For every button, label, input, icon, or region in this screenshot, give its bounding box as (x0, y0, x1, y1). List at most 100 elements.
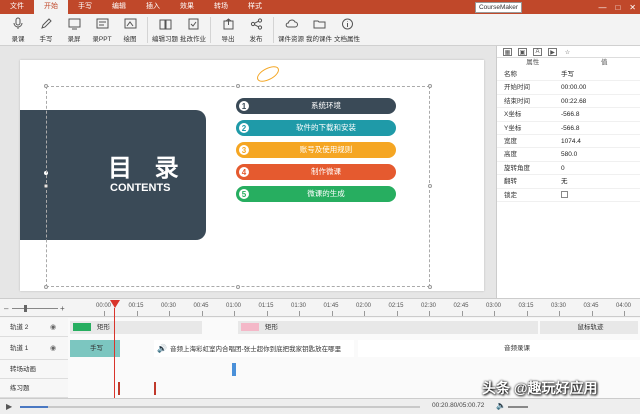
ppt-record-icon (96, 17, 109, 30)
timeline-ruler[interactable]: – + 00:00 00:15 00:30 00:45 01:00 01:15 01:30 0… (0, 299, 640, 317)
lock-checkbox[interactable] (561, 191, 568, 199)
resize-handle[interactable] (44, 285, 48, 289)
my-courseware-button[interactable]: 我的课件 (305, 14, 333, 46)
text-icon[interactable]: A (533, 48, 542, 56)
resize-handle[interactable] (428, 84, 432, 88)
track-lane[interactable]: 手写 🔊 音频上海彩虹室内合唱团-张士超你到底把我家钥匙放在哪里 音频录课 (68, 337, 640, 360)
property-value[interactable]: -566.8 (555, 108, 640, 120)
draw-button[interactable]: 绘图 (116, 14, 144, 46)
menu-tab-effects[interactable]: 效果 (170, 0, 204, 14)
property-row[interactable]: 旋转角度 0 (497, 162, 640, 176)
property-row[interactable]: X坐标 -566.8 (497, 108, 640, 122)
menu-tab-edit[interactable]: 编辑 (102, 0, 136, 14)
document-properties-button[interactable]: 文档属性 (333, 14, 361, 46)
property-row[interactable]: 高度 580.0 (497, 148, 640, 162)
record-lesson-button[interactable]: 录课 (4, 14, 32, 46)
zoom-slider-track[interactable] (12, 308, 58, 309)
property-key: 开始时间 (504, 84, 530, 92)
star-icon[interactable]: ☆ (563, 48, 572, 56)
draw-label: 绘图 (123, 36, 137, 43)
eye-icon[interactable]: ◉ (50, 344, 56, 352)
close-icon[interactable]: ✕ (629, 3, 636, 12)
property-value[interactable]: 00:00.00 (555, 81, 640, 93)
property-value[interactable]: -566.8 (555, 122, 640, 134)
timeline-tick-label: 02:30 (421, 303, 437, 309)
play-icon[interactable]: ▶ (6, 402, 12, 411)
property-value[interactable]: 1074.4 (555, 135, 640, 147)
property-value[interactable]: 0 (555, 162, 640, 174)
ppt-record-button[interactable]: 录PPT (88, 14, 116, 46)
layout-icon[interactable]: ▦ (503, 48, 512, 56)
handwrite-button[interactable]: 手写 (32, 14, 60, 46)
property-row[interactable]: 锁定 (497, 189, 640, 202)
image-icon[interactable]: ▣ (518, 48, 527, 56)
menu-tab-insert[interactable]: 插入 (136, 0, 170, 14)
timeline-tick-label: 01:15 (258, 303, 274, 309)
publish-button[interactable]: 发布 (242, 14, 270, 46)
playback-progress-track[interactable] (20, 406, 420, 408)
clip-label: 矩形 (97, 324, 110, 331)
timeline-clip[interactable]: 🔊 音频上海彩虹室内合唱团-张士超你到底把我家钥匙放在哪里 (154, 340, 354, 357)
resize-handle[interactable] (236, 84, 240, 88)
window-controls: — □ ✕ (598, 0, 636, 14)
slide-canvas[interactable]: 目 录 CONTENTS 1 系统环境 2 软件的下载和安装 3 账号及使用规则… (20, 60, 484, 291)
property-value[interactable]: 00:22.68 (555, 95, 640, 107)
exercise-marker[interactable] (154, 382, 156, 395)
timeline-clip[interactable]: 鼠标轨迹 (540, 321, 638, 334)
property-row[interactable]: 开始时间 00:00.00 (497, 81, 640, 95)
menu-tab-file[interactable]: 文件 (0, 0, 34, 14)
video-icon[interactable]: ▶ (548, 48, 557, 56)
volume-icon[interactable]: 🔈 (496, 401, 506, 410)
maximize-icon[interactable]: □ (615, 3, 620, 12)
timeline-tick-label: 01:00 (226, 303, 242, 309)
property-row[interactable]: 名称 手写 (497, 68, 640, 82)
zoom-out-icon[interactable]: – (4, 304, 8, 313)
volume-slider[interactable] (508, 406, 528, 408)
timeline-clip[interactable]: 矩形 (70, 321, 202, 334)
property-key: 高度 (504, 151, 517, 159)
selection-box[interactable] (44, 84, 432, 289)
timeline-tick-label: 03:15 (518, 303, 534, 309)
minimize-icon[interactable]: — (598, 3, 606, 12)
menu-tab-handwrite[interactable]: 手写 (68, 0, 102, 14)
property-row[interactable]: Y坐标 -566.8 (497, 122, 640, 135)
timeline-tick-mark (299, 311, 300, 316)
property-row[interactable]: 翻转 无 (497, 175, 640, 189)
timeline-clip[interactable]: 矩形 (238, 321, 538, 334)
resize-handle[interactable] (44, 84, 48, 88)
property-value[interactable]: 无 (555, 175, 640, 187)
eye-icon[interactable]: ◉ (50, 323, 56, 331)
menu-tab-transition[interactable]: 转场 (204, 0, 238, 14)
property-value[interactable]: 580.0 (555, 148, 640, 160)
transition-marker[interactable] (232, 363, 236, 376)
track-lane[interactable]: 矩形 矩形 鼠标轨迹 (68, 318, 640, 337)
property-row[interactable]: 宽度 1074.4 (497, 135, 640, 149)
timeline-tick-label: 01:45 (323, 303, 339, 309)
document-properties-label: 文档属性 (334, 36, 360, 43)
timeline-tick-mark (591, 311, 593, 316)
property-row[interactable]: 结束时间 00:22.68 (497, 95, 640, 109)
rotate-handle-ellipse[interactable] (254, 63, 282, 85)
timeline-tick-label: 01:30 (291, 303, 307, 309)
resize-handle[interactable] (428, 285, 432, 289)
edit-exercise-button[interactable]: 编辑习题 (151, 14, 179, 46)
track-lane[interactable] (68, 360, 640, 379)
menu-tab-home[interactable]: 开始 (34, 0, 68, 14)
export-button[interactable]: 导出 (214, 14, 242, 46)
screen-record-button[interactable]: 录屏 (60, 14, 88, 46)
zoom-in-icon[interactable]: + (60, 304, 65, 313)
courseware-resource-button[interactable]: 课件资源 (277, 14, 305, 46)
resize-handle[interactable] (44, 184, 48, 188)
property-value[interactable]: 手写 (555, 68, 640, 80)
menu-tab-style[interactable]: 样式 (238, 0, 272, 14)
grade-homework-button[interactable]: 批改作业 (179, 14, 207, 46)
property-key: 名称 (504, 71, 517, 78)
resize-handle[interactable] (428, 184, 432, 188)
exercise-marker[interactable] (118, 382, 120, 395)
timeline-tick-label: 02:15 (388, 303, 404, 309)
zoom-slider-knob[interactable] (24, 305, 27, 312)
timeline-clip[interactable]: 手写 (70, 340, 120, 357)
resize-handle[interactable] (236, 285, 240, 289)
timeline-clip[interactable]: 音频录课 (358, 340, 640, 357)
playhead-line[interactable] (114, 308, 115, 405)
